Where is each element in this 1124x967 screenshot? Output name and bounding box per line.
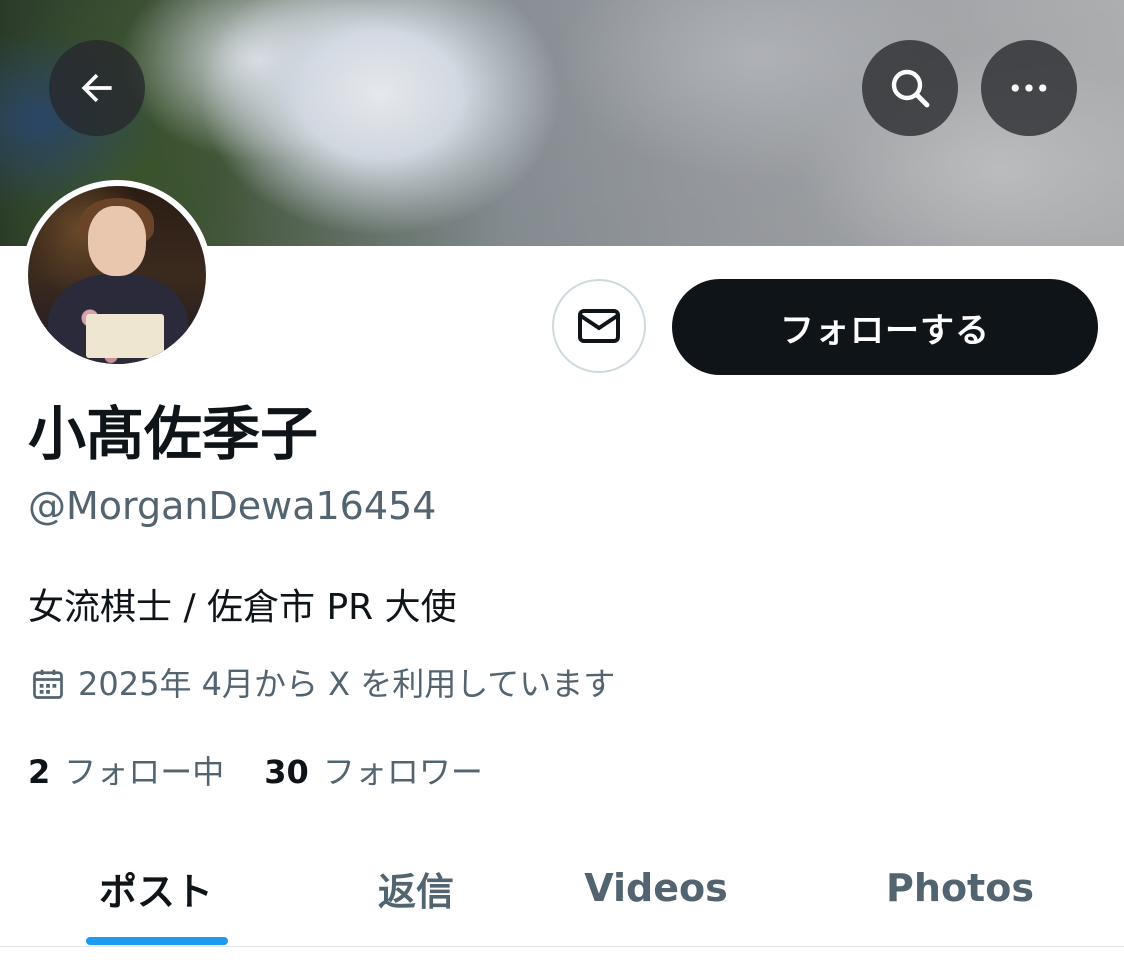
followers-label[interactable]: フォロワー [323,750,483,794]
active-tab-indicator [86,937,228,945]
back-button[interactable] [49,40,145,136]
message-button[interactable] [552,279,646,373]
following-label[interactable]: フォロー中 [64,750,224,794]
tab-replies[interactable]: 返信 [300,830,532,946]
join-date: 2025年 4月から X を利用しています [30,662,615,706]
calendar-icon [33,669,63,699]
more-horizontal-icon [1011,84,1047,92]
follow-button[interactable]: フォローする [672,279,1098,375]
search-button[interactable] [862,40,958,136]
mail-icon [578,309,620,343]
avatar-face [88,206,146,276]
avatar-paper [86,314,164,358]
tab-videos[interactable]: Videos [540,830,772,946]
display-name: 小髙佐季子 [28,400,319,468]
arrow-left-icon [81,73,112,103]
avatar-photo [28,186,206,364]
following-count[interactable]: 2 [28,750,50,794]
tab-posts[interactable]: ポスト [40,830,272,946]
avatar[interactable] [22,180,212,370]
followers-count[interactable]: 30 [264,750,309,794]
profile-tabs: ポスト 返信 Videos Photos [0,830,1124,947]
search-icon [891,69,930,108]
more-options-button[interactable] [981,40,1077,136]
profile-bio: 女流棋士 / 佐倉市 PR 大使 [28,587,457,628]
join-date-text: 2025年 4月から X を利用しています [78,665,616,703]
tab-photos[interactable]: Photos [820,830,1100,946]
follow-stats: 2 フォロー中 30 フォロワー [28,750,483,794]
user-handle: @MorganDewa16454 [28,484,437,528]
